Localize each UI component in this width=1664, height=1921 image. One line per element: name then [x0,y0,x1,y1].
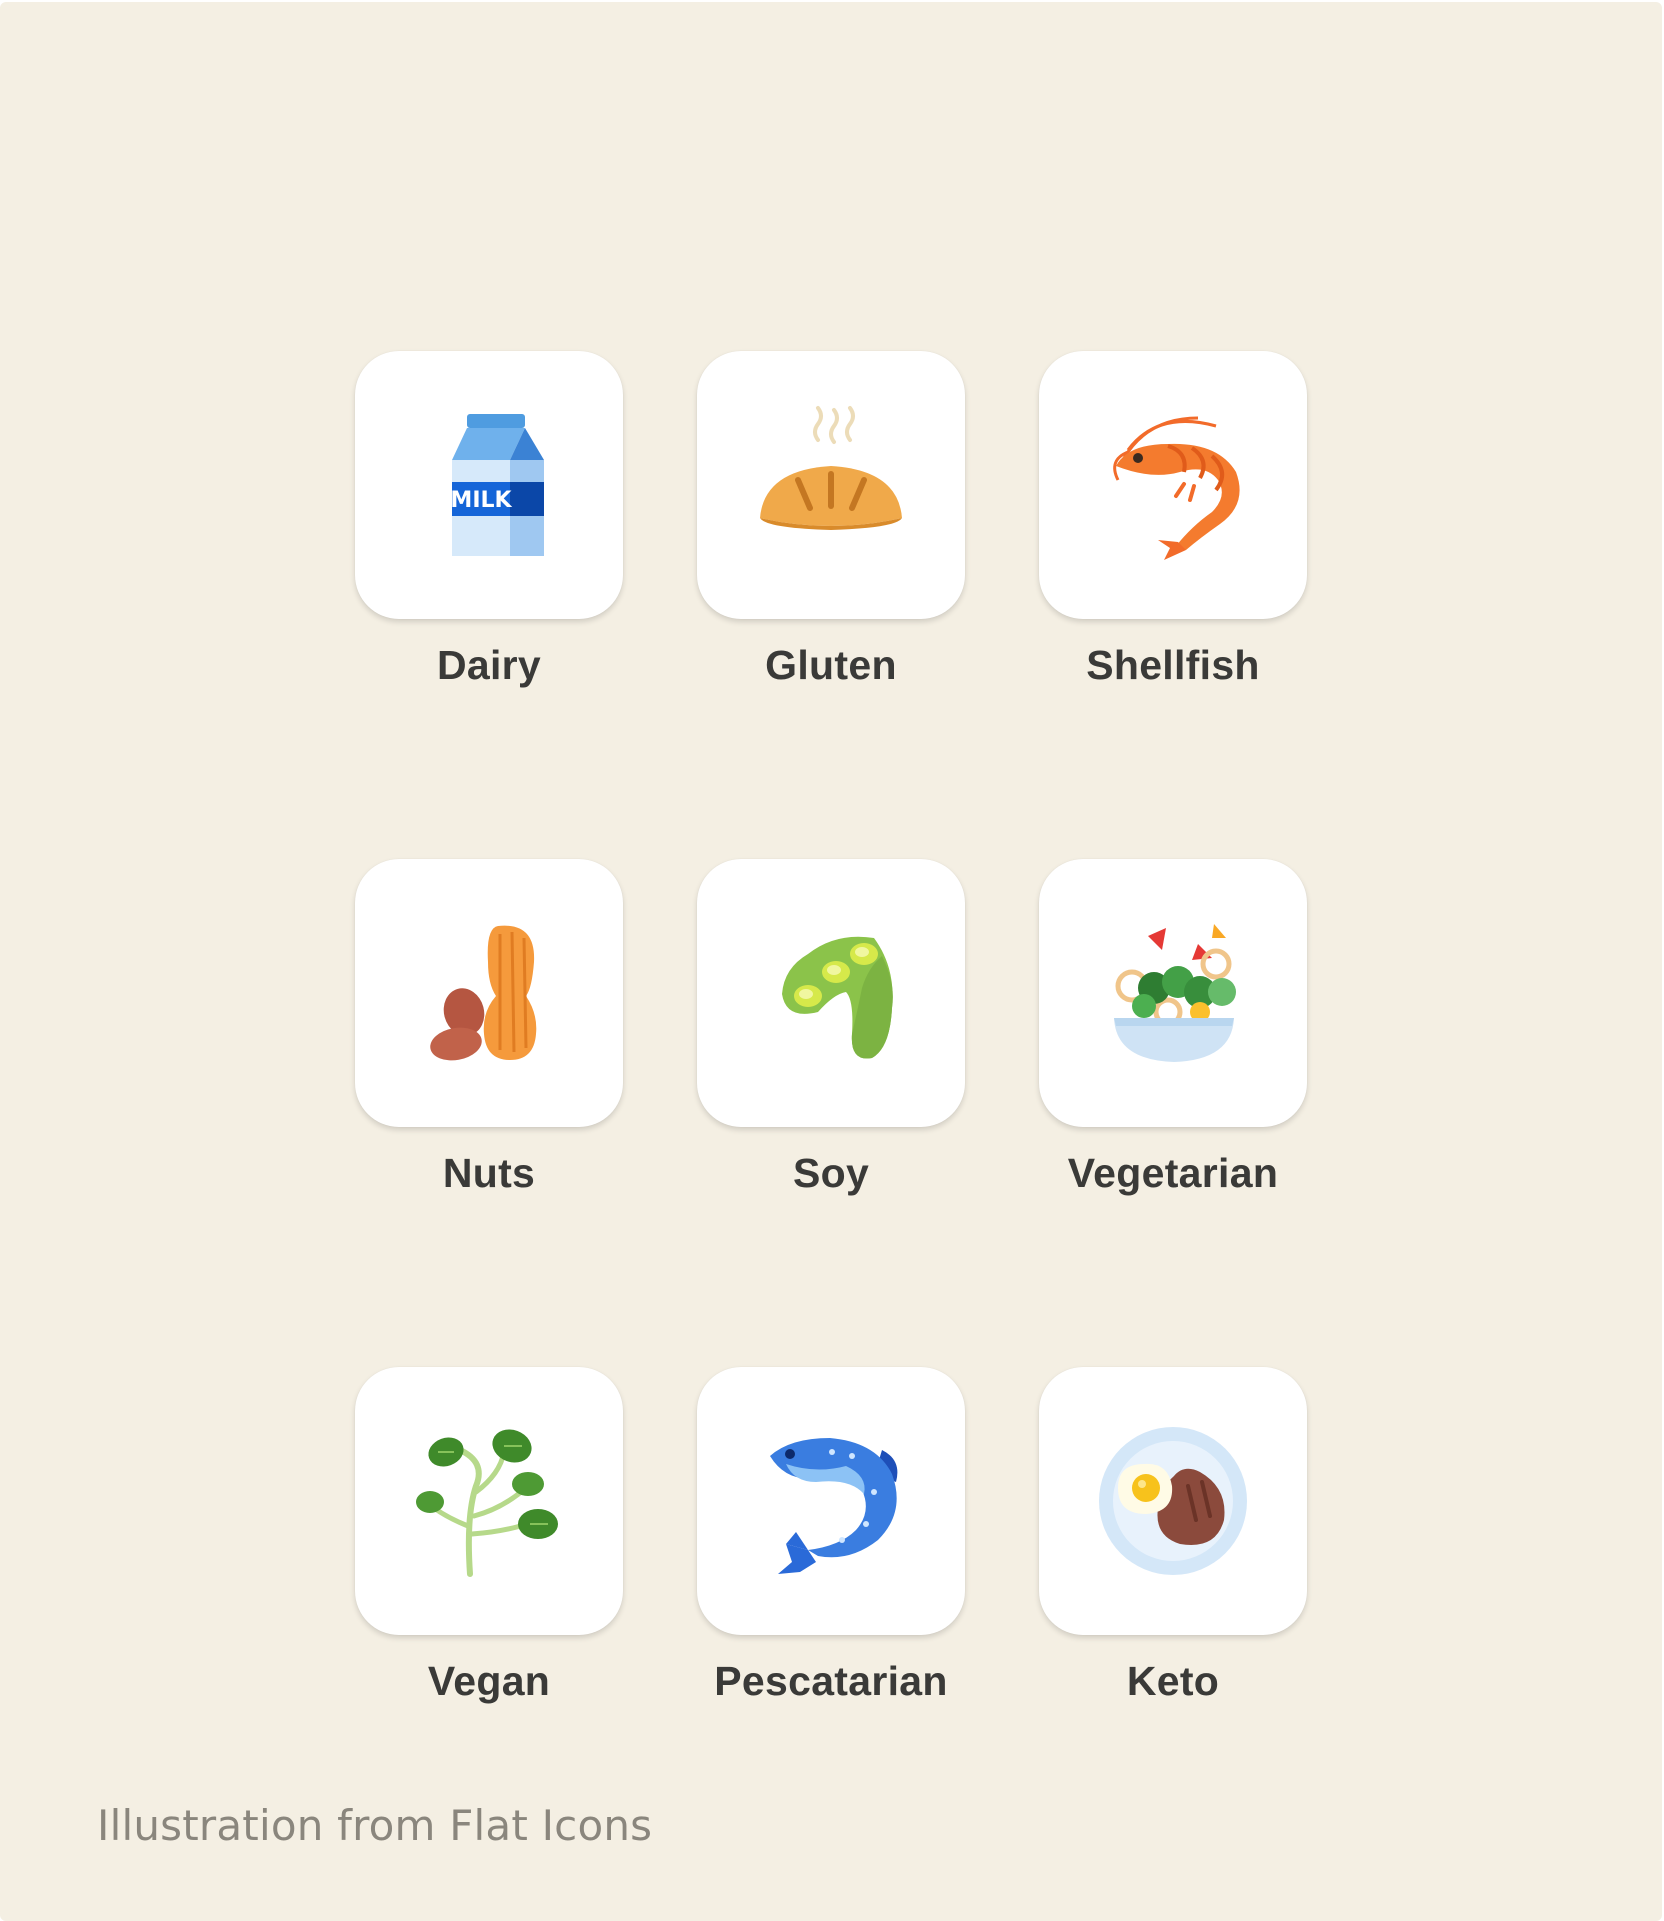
option-vegetarian: Vegetarian [1039,859,1307,1194]
shrimp-icon [1113,416,1240,560]
bread-loaf-icon [760,406,902,530]
leafy-sprout-icon [416,1429,558,1577]
option-tile-soy[interactable] [697,859,965,1127]
background-panel: MILK Dairy Gluten Shellfish Nuts Soy Veg… [0,2,1662,1921]
option-label-pescatarian: Pescatarian [714,1658,948,1704]
option-label-soy: Soy [792,1150,870,1196]
fish-icon [770,1438,898,1574]
option-soy: Soy [697,859,965,1194]
milk-carton-icon: MILK [450,414,544,556]
option-tile-dairy[interactable]: MILK [355,351,623,619]
option-tile-pescatarian[interactable] [697,1367,965,1635]
option-gluten: Gluten [697,351,965,686]
option-label-gluten: Gluten [765,642,897,688]
option-keto: Keto [1039,1367,1307,1702]
svg-text:MILK: MILK [450,488,512,513]
option-tile-vegetarian[interactable] [1039,859,1307,1127]
option-label-keto: Keto [1126,1658,1220,1704]
option-label-shellfish: Shellfish [1086,642,1260,688]
illustration-credit: Illustration from Flat Icons [97,1801,653,1850]
option-tile-gluten[interactable] [697,351,965,619]
option-shellfish: Shellfish [1039,351,1307,686]
diet-options-grid: MILK Dairy Gluten Shellfish Nuts Soy Veg… [355,351,1307,1702]
option-pescatarian: Pescatarian [697,1367,965,1702]
option-tile-nuts[interactable] [355,859,623,1127]
option-label-dairy: Dairy [436,642,542,688]
option-vegan: Vegan [355,1367,623,1702]
option-label-vegan: Vegan [427,1658,551,1704]
peanut-icon [430,925,537,1061]
steak-egg-plate-icon [1099,1427,1247,1575]
option-label-nuts: Nuts [442,1150,536,1196]
soybean-pod-icon [782,936,893,1059]
salad-bowl-icon [1114,924,1236,1062]
option-tile-shellfish[interactable] [1039,351,1307,619]
option-dairy: MILK Dairy [355,351,623,686]
option-label-vegetarian: Vegetarian [1067,1150,1279,1196]
option-tile-keto[interactable] [1039,1367,1307,1635]
option-nuts: Nuts [355,859,623,1194]
option-tile-vegan[interactable] [355,1367,623,1635]
